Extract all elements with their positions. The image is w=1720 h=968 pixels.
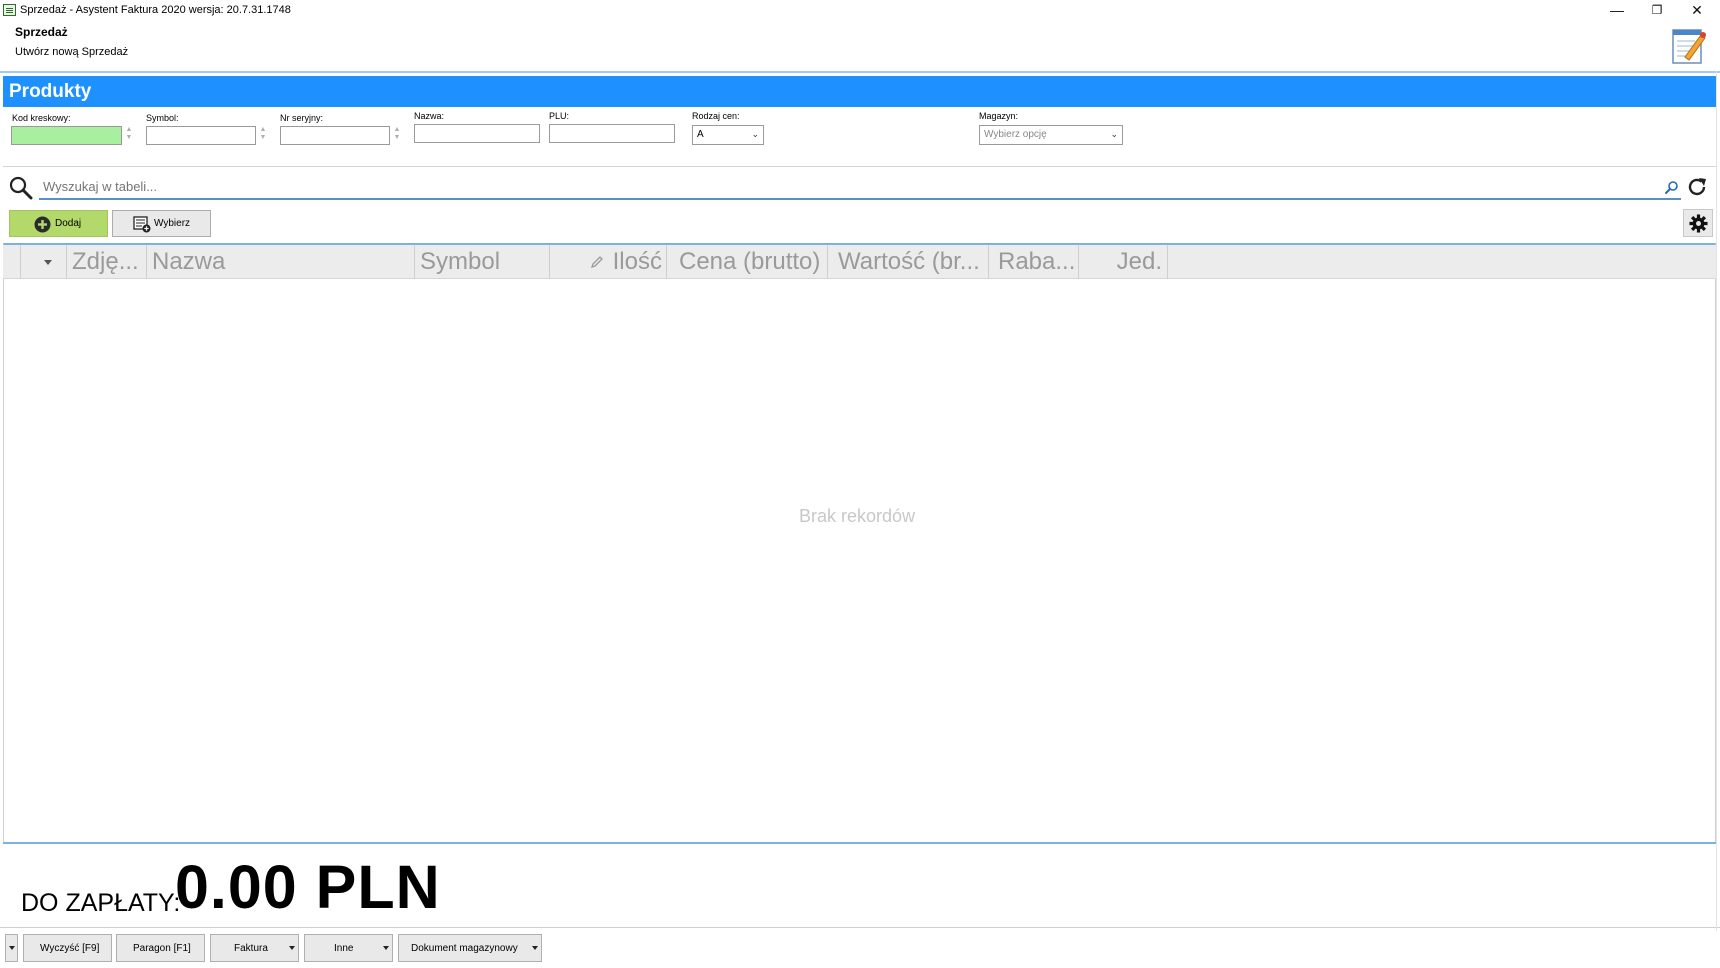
caret-down-icon xyxy=(532,946,538,950)
serial-label: Nr seryjny: xyxy=(280,113,324,123)
caret-down-icon xyxy=(289,946,295,950)
price-type-label: Rodzaj cen: xyxy=(692,111,740,121)
empty-table-message: Brak rekordów xyxy=(799,506,916,526)
other-button-label: Inne xyxy=(334,943,354,954)
refresh-icon[interactable] xyxy=(1686,176,1708,198)
symbol-spinner[interactable]: ▲ ▼ xyxy=(257,126,269,145)
receipt-button[interactable]: Paragon [F1] xyxy=(116,934,205,962)
plu-input[interactable] xyxy=(549,124,675,143)
settings-button[interactable] xyxy=(1683,209,1713,237)
list-select-icon xyxy=(133,216,151,233)
clear-button[interactable]: Wyczyść [F9] xyxy=(23,934,112,962)
gear-icon xyxy=(1689,214,1708,233)
chevron-down-icon: ⌄ xyxy=(1110,129,1118,139)
banner-divider xyxy=(0,71,1720,73)
products-banner xyxy=(3,76,1716,107)
plus-circle-icon xyxy=(34,216,51,233)
receipt-button-label: Paragon [F1] xyxy=(133,943,191,954)
other-button[interactable]: Inne xyxy=(304,934,393,962)
chevron-down-icon: ⌄ xyxy=(751,129,759,139)
column-header-name[interactable]: Nazwa xyxy=(147,245,415,279)
invoice-button-label: Faktura xyxy=(234,943,268,954)
window-right-border xyxy=(1716,71,1717,931)
column-header-unit[interactable]: Jed. xyxy=(1079,245,1168,279)
caret-down-icon xyxy=(383,946,389,950)
serial-input[interactable] xyxy=(280,126,390,145)
pencil-icon xyxy=(590,256,603,269)
warehouse-label: Magazyn: xyxy=(979,111,1019,121)
close-button[interactable]: ✕ xyxy=(1677,0,1717,20)
barcode-label: Kod kreskowy: xyxy=(12,113,71,123)
banner-title: Produkty xyxy=(9,81,92,102)
select-button[interactable]: Wybierz xyxy=(112,210,211,237)
invoice-button[interactable]: Faktura xyxy=(210,934,299,962)
total-amount: 0.00 PLN xyxy=(175,853,441,921)
barcode-spinner[interactable]: ▲ ▼ xyxy=(123,126,135,145)
column-chooser-button[interactable] xyxy=(21,245,67,279)
total-divider xyxy=(3,842,1716,844)
row-indicator-column xyxy=(3,245,21,279)
symbol-input[interactable] xyxy=(146,126,256,145)
search-icon xyxy=(9,176,33,200)
column-header-discount[interactable]: Raba... xyxy=(989,245,1079,279)
products-table[interactable] xyxy=(3,243,1716,843)
add-button[interactable]: Dodaj xyxy=(9,210,108,237)
name-label: Nazwa: xyxy=(414,111,445,121)
column-header-price[interactable]: Cena (brutto) xyxy=(667,245,828,279)
column-header-photo[interactable]: Zdję... xyxy=(67,245,147,279)
warehouse-placeholder: Wybierz opcję xyxy=(984,129,1047,140)
price-type-value: A xyxy=(697,129,704,140)
page-title: Sprzedaż xyxy=(15,25,68,39)
more-actions-button[interactable] xyxy=(5,934,18,962)
total-label: DO ZAPŁATY: xyxy=(21,889,181,917)
add-button-label: Dodaj xyxy=(55,218,82,229)
clear-button-label: Wyczyść [F9] xyxy=(40,943,100,954)
warehouse-document-button-label: Dokument magazynowy xyxy=(411,943,518,954)
minimize-button[interactable]: — xyxy=(1597,0,1637,20)
search-input[interactable] xyxy=(39,174,1681,200)
search-field-icon[interactable] xyxy=(1665,180,1679,194)
bottom-divider xyxy=(0,927,1720,928)
column-header-quantity-label: Ilość xyxy=(612,248,662,275)
window-title: Sprzedaż - Asystent Faktura 2020 wersja:… xyxy=(20,4,291,16)
serial-spinner[interactable]: ▲ ▼ xyxy=(391,126,403,145)
notepad-icon[interactable] xyxy=(1671,25,1707,65)
column-header-quantity[interactable]: Ilość xyxy=(550,245,667,279)
restore-button[interactable]: ❐ xyxy=(1637,0,1677,20)
page-subtitle: Utwórz nową Sprzedaż xyxy=(15,46,129,58)
app-icon xyxy=(3,4,16,16)
warehouse-document-button[interactable]: Dokument magazynowy xyxy=(398,934,542,962)
select-button-label: Wybierz xyxy=(154,218,191,229)
name-input[interactable] xyxy=(414,124,540,143)
chevron-down-icon xyxy=(44,260,52,265)
filter-divider xyxy=(3,166,1716,167)
symbol-label: Symbol: xyxy=(146,113,179,123)
price-type-select[interactable]: A ⌄ xyxy=(692,125,764,145)
column-header-value[interactable]: Wartość (br... xyxy=(828,245,989,279)
barcode-input[interactable] xyxy=(11,126,122,145)
caret-down-icon xyxy=(9,946,15,950)
plu-label: PLU: xyxy=(549,111,570,121)
column-header-symbol[interactable]: Symbol xyxy=(415,245,550,279)
warehouse-select[interactable]: Wybierz opcję ⌄ xyxy=(979,125,1123,145)
